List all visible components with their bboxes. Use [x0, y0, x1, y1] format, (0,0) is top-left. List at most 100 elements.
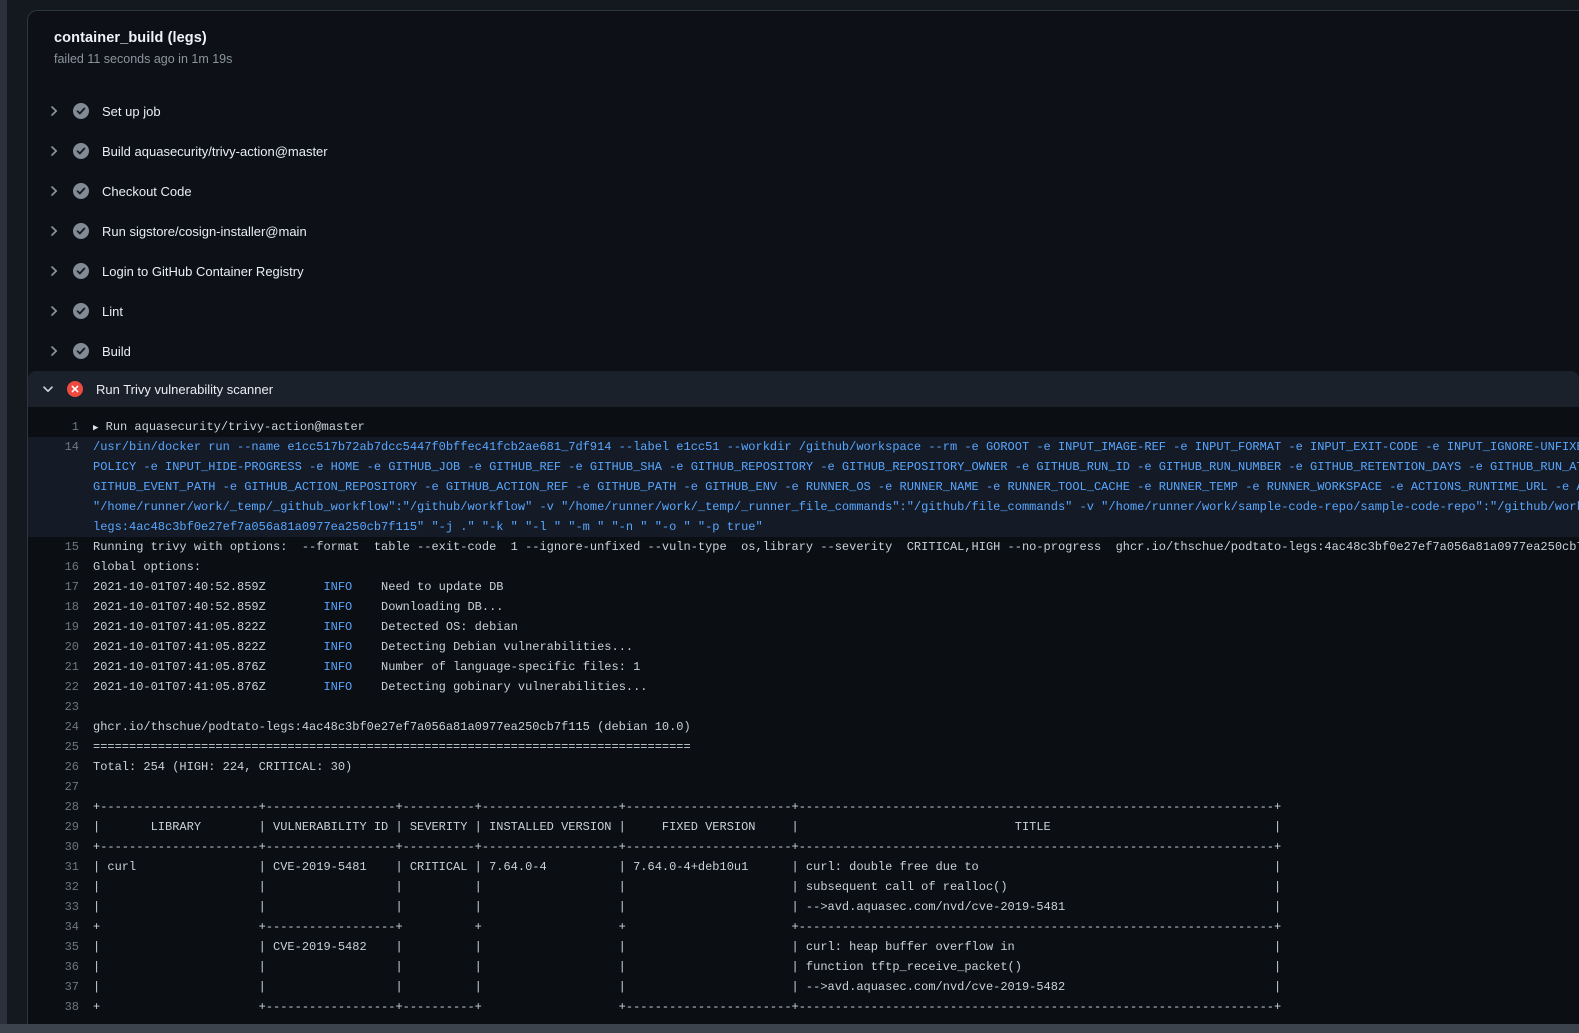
log-level-badge: INFO — [323, 580, 352, 594]
log-line: 34+ +------------------+ + + +----------… — [28, 917, 1579, 937]
log-output: 1▶ Run aquasecurity/trivy-action@master1… — [28, 407, 1579, 1024]
log-line-text: | | | | | | function tftp_receive_packet… — [79, 957, 1281, 977]
log-line-number[interactable]: 34 — [28, 917, 79, 937]
log-line-number[interactable]: 26 — [28, 757, 79, 777]
log-line-text: ghcr.io/thschue/podtato-legs:4ac48c3bf0e… — [79, 717, 691, 737]
log-line: 212021-10-01T07:41:05.876Z INFO Number o… — [28, 657, 1579, 677]
log-line-number[interactable]: 29 — [28, 817, 79, 837]
log-timestamp: 2021-10-01T07:40:52.859Z — [93, 600, 323, 614]
log-line-number[interactable]: 24 — [28, 717, 79, 737]
log-line-number[interactable]: 25 — [28, 737, 79, 757]
log-line-number[interactable]: 22 — [28, 677, 79, 697]
log-group-title: Run aquasecurity/trivy-action@master — [98, 420, 364, 434]
chevron-right-icon[interactable] — [46, 103, 62, 119]
step-label: Login to GitHub Container Registry — [102, 264, 304, 279]
check-circle-icon — [73, 263, 89, 279]
step-row[interactable]: Login to GitHub Container Registry — [28, 251, 1579, 291]
log-line-number[interactable] — [28, 497, 79, 517]
log-line-number[interactable]: 1 — [28, 417, 79, 437]
log-line: 36| | | | | | function tftp_receive_pack… — [28, 957, 1579, 977]
log-line-number[interactable]: 28 — [28, 797, 79, 817]
log-line-text: | | | | | | -->avd.aquasec.com/nvd/cve-2… — [79, 897, 1281, 917]
log-line-text: 2021-10-01T07:41:05.822Z INFO Detecting … — [79, 637, 633, 657]
log-line-text: ▶ Run aquasecurity/trivy-action@master — [79, 417, 365, 437]
log-line-text: "/home/runner/work/_temp/_github_workflo… — [79, 497, 1579, 517]
step-row[interactable]: Build aquasecurity/trivy-action@master — [28, 131, 1579, 171]
log-line-number[interactable]: 32 — [28, 877, 79, 897]
log-level-badge: INFO — [323, 620, 352, 634]
step-row[interactable]: Set up job — [28, 91, 1579, 131]
log-line-number[interactable]: 38 — [28, 997, 79, 1017]
check-circle-icon — [73, 303, 89, 319]
log-line: 192021-10-01T07:41:05.822Z INFO Detected… — [28, 617, 1579, 637]
log-line-text: 2021-10-01T07:41:05.876Z INFO Number of … — [79, 657, 640, 677]
log-line: 32| | | | | | subsequent call of realloc… — [28, 877, 1579, 897]
chevron-right-icon[interactable] — [46, 223, 62, 239]
log-line-text: Total: 254 (HIGH: 224, CRITICAL: 30) — [79, 757, 352, 777]
log-line-text — [79, 697, 93, 717]
log-line: POLICY -e INPUT_HIDE-PROGRESS -e HOME -e… — [28, 457, 1579, 477]
log-line: 33| | | | | | -->avd.aquasec.com/nvd/cve… — [28, 897, 1579, 917]
log-line-text: POLICY -e INPUT_HIDE-PROGRESS -e HOME -e… — [79, 457, 1579, 477]
log-line-text: 2021-10-01T07:40:52.859Z INFO Need to up… — [79, 577, 503, 597]
log-line: 28+----------------------+--------------… — [28, 797, 1579, 817]
chevron-right-icon[interactable] — [46, 143, 62, 159]
step-row[interactable]: Lint — [28, 291, 1579, 331]
log-line-number[interactable]: 18 — [28, 597, 79, 617]
log-timestamp: 2021-10-01T07:41:05.822Z — [93, 640, 323, 654]
log-line: 31| curl | CVE-2019-5481 | CRITICAL | 7.… — [28, 857, 1579, 877]
log-line-text: +----------------------+----------------… — [79, 837, 1281, 857]
log-line-number[interactable] — [28, 477, 79, 497]
log-message: Downloading DB... — [352, 600, 503, 614]
log-level-badge: INFO — [323, 660, 352, 674]
log-line: 1▶ Run aquasecurity/trivy-action@master — [28, 417, 1579, 437]
step-row[interactable]: Checkout Code — [28, 171, 1579, 211]
log-timestamp: 2021-10-01T07:41:05.876Z — [93, 680, 323, 694]
chevron-right-icon[interactable] — [46, 263, 62, 279]
log-line-number[interactable] — [28, 457, 79, 477]
check-circle-icon — [73, 183, 89, 199]
log-line: 27 — [28, 777, 1579, 797]
log-line-number[interactable]: 33 — [28, 897, 79, 917]
log-level-badge: INFO — [323, 600, 352, 614]
log-line-number[interactable]: 15 — [28, 537, 79, 557]
log-line-number[interactable] — [28, 517, 79, 537]
log-line-number[interactable]: 14 — [28, 437, 79, 457]
log-line: 38+ +------------------+----------+ +---… — [28, 997, 1579, 1017]
log-line-text: legs:4ac48c3bf0e27ef7a056a81a0977ea250cb… — [79, 517, 763, 537]
log-timestamp: 2021-10-01T07:41:05.822Z — [93, 620, 323, 634]
log-line-text: | | | | | | subsequent call of realloc()… — [79, 877, 1281, 897]
chevron-down-icon[interactable] — [40, 381, 56, 397]
log-line: 23 — [28, 697, 1579, 717]
chevron-right-icon[interactable] — [46, 343, 62, 359]
horizontal-scrollbar[interactable] — [0, 1024, 1579, 1033]
log-line: "/home/runner/work/_temp/_github_workflo… — [28, 497, 1579, 517]
log-line: 29| LIBRARY | VULNERABILITY ID | SEVERIT… — [28, 817, 1579, 837]
chevron-right-icon[interactable] — [46, 303, 62, 319]
step-label: Set up job — [102, 104, 161, 119]
log-line-number[interactable]: 23 — [28, 697, 79, 717]
log-line-text — [79, 777, 93, 797]
log-line-number[interactable]: 27 — [28, 777, 79, 797]
step-label: Lint — [102, 304, 123, 319]
step-row[interactable]: Run Trivy vulnerability scanner — [28, 371, 1579, 407]
log-line-number[interactable]: 35 — [28, 937, 79, 957]
log-line-number[interactable]: 19 — [28, 617, 79, 637]
log-line-number[interactable]: 20 — [28, 637, 79, 657]
log-line-number[interactable]: 21 — [28, 657, 79, 677]
log-line-number[interactable]: 36 — [28, 957, 79, 977]
log-line-number[interactable]: 37 — [28, 977, 79, 997]
step-row[interactable]: Build — [28, 331, 1579, 371]
log-line-number[interactable]: 31 — [28, 857, 79, 877]
log-line-number[interactable]: 17 — [28, 577, 79, 597]
log-line-number[interactable]: 16 — [28, 557, 79, 577]
log-line-number[interactable]: 30 — [28, 837, 79, 857]
log-line: legs:4ac48c3bf0e27ef7a056a81a0977ea250cb… — [28, 517, 1579, 537]
step-label: Checkout Code — [102, 184, 192, 199]
check-circle-icon — [73, 143, 89, 159]
log-line-text: | | | | | | -->avd.aquasec.com/nvd/cve-2… — [79, 977, 1281, 997]
log-line: 26Total: 254 (HIGH: 224, CRITICAL: 30) — [28, 757, 1579, 777]
step-row[interactable]: Run sigstore/cosign-installer@main — [28, 211, 1579, 251]
log-message: Need to update DB — [352, 580, 503, 594]
chevron-right-icon[interactable] — [46, 183, 62, 199]
